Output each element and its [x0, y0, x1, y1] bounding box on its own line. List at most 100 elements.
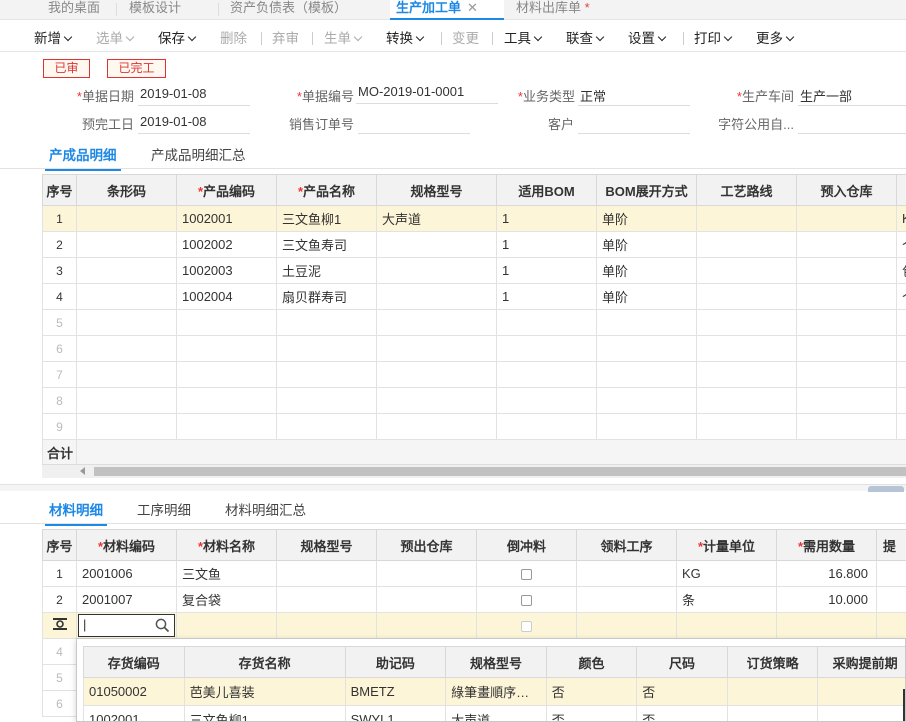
tab-product-detail[interactable]: 产成品明细 [45, 144, 121, 171]
cell-empty[interactable] [76, 387, 177, 414]
cell-empty[interactable] [76, 335, 177, 362]
print-button[interactable]: 打印 [694, 27, 733, 47]
cell-empty[interactable] [496, 361, 597, 388]
cell-empty[interactable] [696, 335, 797, 362]
table-row-empty[interactable]: 7 [42, 361, 906, 388]
cell-empty[interactable] [576, 612, 677, 639]
cell-empty[interactable] [676, 612, 777, 639]
table-row[interactable]: 3 1002003土豆泥 1单阶 包 [42, 257, 906, 284]
cell-empty[interactable] [896, 335, 906, 362]
cell-empty[interactable] [176, 361, 277, 388]
backflush-checkbox[interactable] [521, 595, 532, 607]
cell-size[interactable]: 否 [636, 677, 728, 706]
convert-button[interactable]: 转换 [386, 27, 425, 47]
cell-route[interactable] [696, 205, 797, 232]
table-row-editing[interactable]: | [42, 612, 906, 639]
cell-empty[interactable] [896, 387, 906, 414]
cell-unit[interactable]: KG [676, 560, 777, 587]
cell-empty[interactable] [76, 361, 177, 388]
cell-size[interactable]: 否 [636, 705, 728, 721]
cell-empty[interactable] [176, 387, 277, 414]
cell-empty[interactable] [376, 413, 497, 440]
cell-name[interactable]: 三文鱼柳1 [183, 705, 346, 721]
cell-expand[interactable]: 单阶 [596, 283, 697, 310]
cell-empty[interactable] [276, 361, 377, 388]
cell-warehouse[interactable] [796, 283, 897, 310]
cell-name[interactable]: 三文鱼寿司 [276, 231, 377, 258]
custom-field[interactable] [798, 114, 906, 134]
cell-expand[interactable]: 单阶 [596, 231, 697, 258]
cell-code-editor[interactable]: | [76, 612, 177, 639]
cell-extra[interactable] [876, 586, 906, 613]
cell-route[interactable] [696, 257, 797, 284]
cell-empty[interactable] [896, 309, 906, 336]
cell-expand[interactable]: 单阶 [596, 257, 697, 284]
cell-empty[interactable] [496, 413, 597, 440]
cell-empty[interactable] [596, 361, 697, 388]
cell-row-menu[interactable] [42, 612, 77, 639]
cell-empty[interactable] [796, 309, 897, 336]
splitter[interactable] [0, 484, 906, 491]
link-query-button[interactable]: 联查 [566, 27, 605, 47]
cell-extra[interactable]: 包 [896, 257, 906, 284]
table-row[interactable]: 4 1002004扇贝群寿司 1单阶 个 [42, 283, 906, 310]
cell-spec[interactable]: 大声道 [376, 205, 497, 232]
cell-lead[interactable] [817, 677, 905, 706]
cell-warehouse[interactable] [796, 231, 897, 258]
cell-code[interactable]: 1002004 [176, 283, 277, 310]
cell-empty[interactable] [496, 309, 597, 336]
cell-empty[interactable] [696, 413, 797, 440]
cell-warehouse[interactable] [376, 586, 477, 613]
cell-empty[interactable] [376, 335, 497, 362]
cell-empty[interactable] [896, 361, 906, 388]
cell-empty[interactable] [796, 387, 897, 414]
cell-expand[interactable]: 单阶 [596, 205, 697, 232]
cell-qty[interactable]: 10.000 [776, 586, 877, 613]
cell-spec[interactable] [276, 560, 377, 587]
cell-color[interactable]: 否 [545, 677, 638, 706]
list-item[interactable]: 1002001 三文鱼柳1 SWYL1 大声道否否 [83, 705, 905, 721]
cell-empty[interactable] [696, 387, 797, 414]
customer-field[interactable] [578, 114, 690, 134]
tab-template-design[interactable]: 模板设计 [129, 0, 181, 20]
cell-name[interactable]: 芭美儿喜装 [183, 677, 346, 706]
cell-backflush[interactable] [476, 586, 577, 613]
delete-button[interactable]: 删除 [220, 27, 247, 47]
save-button[interactable]: 保存 [158, 27, 197, 47]
cell-empty[interactable] [696, 309, 797, 336]
change-button[interactable]: 变更 [452, 27, 479, 47]
cell-warehouse[interactable] [796, 205, 897, 232]
tools-button[interactable]: 工具 [504, 27, 543, 47]
cell-extra[interactable]: 个 [896, 283, 906, 310]
collapse-handle[interactable] [868, 486, 904, 492]
cell-empty[interactable] [276, 309, 377, 336]
cell-code[interactable]: 1002001 [176, 205, 277, 232]
table-row-empty[interactable]: 8 [42, 387, 906, 414]
table-row-empty[interactable]: 6 [42, 335, 906, 362]
cell-spec[interactable] [376, 283, 497, 310]
cell-spec[interactable] [376, 257, 497, 284]
cell-policy[interactable] [726, 705, 819, 721]
scrollbar-thumb[interactable] [94, 467, 906, 476]
backflush-checkbox[interactable] [521, 621, 532, 633]
cell-empty[interactable] [596, 413, 697, 440]
tab-production-order[interactable]: 生产加工单 ✕ [390, 0, 504, 20]
table-row-empty[interactable]: 5 [42, 309, 906, 336]
cell-empty[interactable] [596, 387, 697, 414]
cell-empty[interactable] [376, 361, 497, 388]
settings-button[interactable]: 设置 [628, 27, 667, 47]
cell-process[interactable] [576, 586, 677, 613]
cell-empty[interactable] [376, 309, 497, 336]
search-icon[interactable] [155, 618, 170, 633]
cell-empty[interactable] [76, 309, 177, 336]
cell-spec[interactable] [376, 231, 497, 258]
cell-warehouse[interactable] [376, 560, 477, 587]
cell-empty[interactable] [596, 309, 697, 336]
scroll-left-icon[interactable] [80, 467, 85, 475]
cell-empty[interactable] [496, 335, 597, 362]
copy-button[interactable]: 选单 [96, 27, 135, 47]
cell-empty[interactable] [496, 387, 597, 414]
cell-extra[interactable]: 个 [896, 231, 906, 258]
row-settings-icon[interactable] [52, 617, 68, 631]
cell-empty[interactable] [176, 413, 277, 440]
